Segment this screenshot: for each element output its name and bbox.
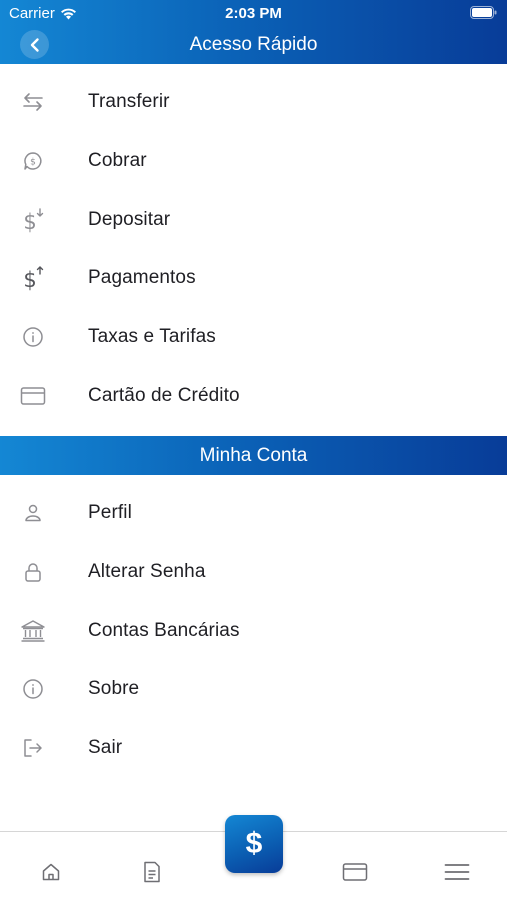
lock-icon	[0, 561, 66, 583]
section-header-minha-conta: Minha Conta	[0, 436, 507, 475]
battery-icon	[470, 6, 497, 23]
tab-menu[interactable]	[437, 854, 477, 890]
home-icon	[42, 863, 60, 881]
quick-access-list: Transferir $ Cobrar $ Depositar $ Pagame…	[0, 73, 507, 425]
account-list: Perfil Alterar Senha Contas Bancárias So…	[0, 484, 507, 777]
tab-home[interactable]	[31, 854, 71, 890]
transfer-arrows-icon	[0, 92, 66, 112]
menu-item-label: Alterar Senha	[88, 561, 206, 583]
menu-item-label: Sair	[88, 737, 123, 759]
menu-item-perfil[interactable]: Perfil	[0, 484, 507, 543]
menu-item-sair[interactable]: Sair	[0, 719, 507, 778]
svg-text:$: $	[23, 210, 36, 233]
menu-item-pagamentos[interactable]: $ Pagamentos	[0, 249, 507, 308]
tab-cards[interactable]	[335, 854, 375, 890]
credit-card-icon	[0, 386, 66, 406]
menu-item-alterar-senha[interactable]: Alterar Senha	[0, 543, 507, 602]
menu-item-label: Perfil	[88, 502, 132, 524]
menu-item-label: Taxas e Tarifas	[88, 326, 216, 348]
person-icon	[0, 503, 66, 523]
tab-statement[interactable]	[132, 854, 172, 890]
document-icon	[144, 861, 160, 883]
svg-text:$: $	[30, 158, 36, 168]
card-icon	[342, 863, 368, 881]
page-title: Acesso Rápido	[189, 34, 318, 55]
menu-item-cartao[interactable]: Cartão de Crédito	[0, 366, 507, 425]
menu-item-label: Contas Bancárias	[88, 619, 240, 641]
menu-item-sobre[interactable]: Sobre	[0, 660, 507, 719]
menu-item-label: Pagamentos	[88, 267, 196, 289]
menu-item-contas-bancarias[interactable]: Contas Bancárias	[0, 601, 507, 660]
top-bar: Carrier 2:03 PM Acesso Rápido	[0, 0, 507, 64]
status-bar: Carrier 2:03 PM	[0, 0, 507, 26]
menu-item-transferir[interactable]: Transferir	[0, 73, 507, 132]
charge-chat-icon: $	[0, 150, 66, 172]
menu-icon	[444, 864, 470, 880]
nav-bar: Acesso Rápido	[0, 26, 507, 64]
menu-item-label: Sobre	[88, 678, 140, 700]
svg-text:$: $	[23, 268, 36, 291]
logout-icon	[0, 737, 66, 759]
menu-item-label: Depositar	[88, 208, 171, 230]
dollar-icon: $	[245, 827, 263, 860]
menu-item-cobrar[interactable]: $ Cobrar	[0, 132, 507, 191]
payment-dollar-icon: $	[0, 265, 66, 291]
info-icon	[0, 678, 66, 700]
menu-item-label: Cartão de Crédito	[88, 384, 240, 406]
menu-item-depositar[interactable]: $ Depositar	[0, 190, 507, 249]
bank-icon	[0, 619, 66, 643]
info-icon	[0, 326, 66, 348]
menu-item-label: Cobrar	[88, 150, 147, 172]
status-time: 2:03 PM	[225, 5, 282, 22]
menu-item-label: Transferir	[88, 91, 170, 113]
deposit-dollar-icon: $	[0, 207, 66, 233]
quick-action-button[interactable]: $	[225, 815, 283, 873]
menu-item-taxas[interactable]: Taxas e Tarifas	[0, 308, 507, 367]
